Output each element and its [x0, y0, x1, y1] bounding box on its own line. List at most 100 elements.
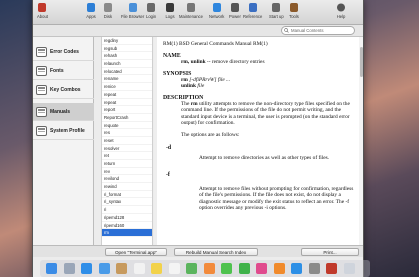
dock-calendar-icon[interactable]: [133, 263, 145, 274]
manual-list-item[interactable]: regdiny: [102, 37, 152, 45]
print-button[interactable]: Print...: [301, 248, 359, 256]
manual-list-item[interactable]: relaunch: [102, 60, 152, 68]
manual-list-item[interactable]: ret: [102, 152, 152, 160]
dock-ibooks-icon[interactable]: [273, 263, 285, 274]
manual-list-item[interactable]: ri_format: [102, 191, 152, 199]
manual-list-item[interactable]: renice: [102, 83, 152, 91]
manual-list-item[interactable]: ReportCrash: [102, 114, 152, 122]
manuals-icon: [36, 107, 47, 117]
manual-list-item[interactable]: report: [102, 106, 152, 114]
description-intro: The: [181, 100, 191, 107]
dock-safari-icon[interactable]: [81, 263, 92, 274]
manual-list-item[interactable]: repeat: [102, 91, 152, 99]
toolbar-label: Help: [336, 14, 346, 19]
toolbar-disk-button[interactable]: Disk: [103, 2, 113, 19]
fonts-icon: [36, 66, 47, 76]
toolbar-file-browser-button[interactable]: File Browser: [121, 2, 144, 19]
manual-list-item[interactable]: rev: [102, 168, 152, 176]
search-icon: [284, 28, 289, 33]
description-body: The rm utility attempts to remove the no…: [163, 101, 354, 127]
manual-list-item[interactable]: repeat: [102, 99, 152, 107]
toolbar-label: Maintenance: [179, 14, 203, 19]
section-name-body: rm, unlink -- remove directory entries: [163, 59, 354, 66]
manual-list-item[interactable]: return: [102, 160, 152, 168]
manual-list-item[interactable]: rm: [102, 229, 152, 237]
manual-list-item[interactable]: ri: [102, 206, 152, 214]
power-icon: [230, 2, 240, 13]
toolbar-label: File Browser: [121, 14, 145, 19]
dock-onyx-icon[interactable]: [326, 263, 337, 274]
sidebar-item-manuals[interactable]: Manuals: [33, 103, 94, 121]
open-terminal-button[interactable]: Open "Terminal.app": [105, 248, 167, 256]
dock-finder-icon[interactable]: [46, 263, 57, 274]
manual-list-item[interactable]: ripemd128: [102, 214, 152, 222]
dock-messages-icon[interactable]: [221, 263, 232, 274]
synopsis-line-2: unlink file: [163, 83, 354, 90]
toolbar-label: Tools: [289, 14, 299, 19]
manual-list-item[interactable]: reset: [102, 137, 152, 145]
toolbar-apps-button[interactable]: Apps: [86, 2, 96, 19]
keyboard-icon: [36, 85, 47, 95]
bottom-bar: Open "Terminal.app" Rebuild Manual Searc…: [33, 245, 363, 257]
toolbar-label: Network: [209, 14, 225, 19]
dock-facetime-icon[interactable]: [238, 263, 250, 274]
manual-list-item[interactable]: rehash: [102, 52, 152, 61]
dock-launchpad-icon[interactable]: [63, 263, 75, 274]
toolbar-power-button[interactable]: Power: [229, 2, 241, 19]
manual-list-item[interactable]: requote: [102, 122, 152, 130]
manual-document: RM(1) BSD General Commands Manual RM(1) …: [157, 37, 360, 245]
manual-list[interactable]: regdiny regsub rehash relaunch relocated rena…: [101, 37, 153, 245]
search-placeholder: Manual Contents: [291, 28, 324, 33]
toolbar-maintenance-button[interactable]: Maintenance: [179, 2, 203, 19]
rebuild-index-button[interactable]: Rebuild Manual Search Index: [174, 248, 258, 256]
toolbar-label: Login: [146, 14, 157, 19]
manual-search-input[interactable]: Manual Contents: [281, 26, 355, 35]
toolbar-label: Logs: [165, 14, 175, 19]
manual-list-item[interactable]: revilond: [102, 175, 152, 184]
toolbar-network-button[interactable]: Network: [209, 2, 224, 19]
toolbar-help-button[interactable]: Help: [336, 2, 346, 19]
dock-trash-icon[interactable]: [343, 263, 355, 274]
dock-photos-icon[interactable]: [203, 263, 215, 274]
manual-search-bar: Manual Contents: [33, 25, 363, 37]
toolbar-label: Reference: [243, 14, 263, 19]
dock-app-store-icon[interactable]: [291, 263, 302, 274]
manual-list-item[interactable]: ri_syntax: [102, 198, 152, 207]
error-codes-icon: [36, 47, 47, 57]
dock-system-preferences-icon[interactable]: [308, 263, 320, 274]
dock-reminders-icon[interactable]: [168, 263, 180, 274]
manual-list-item[interactable]: ripemd160: [102, 222, 152, 230]
toolbar: About Apps Disk File Browser Login Logs Mainte…: [33, 0, 363, 25]
name-command: rm, unlink: [181, 59, 206, 65]
manual-list-item[interactable]: rewind: [102, 183, 152, 191]
manual-list-item[interactable]: regsub: [102, 45, 152, 53]
document-scrollbar[interactable]: [359, 37, 363, 245]
sidebar-item-key-combos[interactable]: Key Combos: [33, 81, 94, 99]
dock-contacts-icon[interactable]: [116, 263, 127, 274]
manual-list-item[interactable]: res: [102, 129, 152, 137]
dock-itunes-icon[interactable]: [256, 263, 267, 274]
manual-list-item[interactable]: rename: [102, 75, 152, 84]
toolbar-label: Disk: [103, 14, 113, 19]
toolbar-startup-button[interactable]: Start up: [269, 2, 284, 19]
sidebar-item-fonts[interactable]: Fonts: [33, 62, 94, 80]
toolbar-logs-button[interactable]: Logs: [165, 2, 175, 19]
sidebar-item-error-codes[interactable]: Error Codes: [33, 43, 94, 61]
sidebar-item-system-profile[interactable]: System Profile: [33, 122, 94, 140]
document-scroll-thumb[interactable]: [359, 47, 363, 77]
help-icon: [336, 2, 346, 13]
app-store-icon: [86, 2, 96, 13]
dock: [40, 260, 370, 277]
toolbar-reference-button[interactable]: Reference: [243, 2, 262, 19]
dock-maps-icon[interactable]: [186, 263, 197, 274]
toolbar-about-button[interactable]: About: [37, 2, 48, 19]
lock-icon: [146, 2, 156, 13]
dock-mail-icon[interactable]: [98, 263, 110, 274]
manual-list-item[interactable]: resolver: [102, 145, 152, 153]
book-icon: [248, 2, 258, 13]
toolbar-tools-button[interactable]: Tools: [289, 2, 299, 19]
toolbar-login-button[interactable]: Login: [146, 2, 156, 19]
manual-list-item[interactable]: relocated: [102, 68, 152, 76]
synopsis-cmd-2: unlink: [181, 83, 196, 89]
dock-notes-icon[interactable]: [151, 263, 162, 274]
